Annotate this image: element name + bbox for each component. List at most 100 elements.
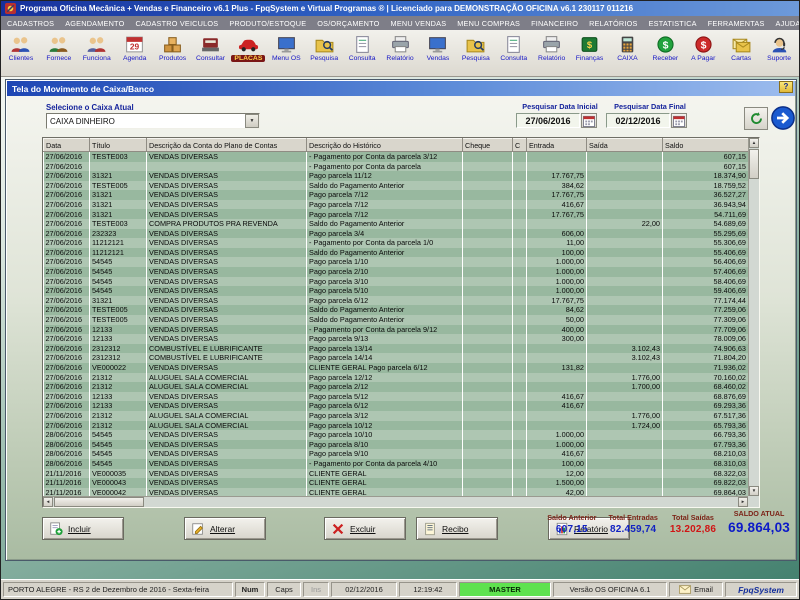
cell-cheque[interactable] (462, 219, 513, 229)
cell-saida[interactable] (586, 199, 663, 210)
cell-saida[interactable]: 22,00 (586, 219, 663, 229)
cell-saida[interactable] (586, 209, 663, 220)
col-cheque[interactable]: Cheque (462, 138, 513, 152)
cell-c[interactable] (512, 449, 527, 459)
cell-saida[interactable] (586, 305, 663, 315)
cell-descricao-do-historico[interactable]: Pago parcela 7/12 (306, 190, 463, 200)
cell-saldo[interactable]: 77.259,06 (662, 305, 748, 315)
calendar-start-icon[interactable] (581, 113, 597, 128)
cell-descricao-do-historico[interactable]: Saldo do Pagamento Anterior (306, 247, 463, 258)
table-row[interactable]: 27/06/2016 31321 VENDAS DIVERSAS Pago parce… (43, 171, 748, 181)
scroll-left-icon[interactable] (43, 497, 53, 507)
cell-saida[interactable] (586, 295, 663, 306)
cell-c[interactable] (512, 334, 527, 344)
cell-saldo[interactable]: 607,15 (662, 151, 748, 162)
cell-descricao-do-historico[interactable]: - Pagamento por Conta da parcela 4/10 (306, 458, 463, 469)
table-row[interactable]: 27/06/2016 21312 ALUGUEL SALA COMERCIAL Pag… (43, 420, 748, 431)
cell-saida[interactable] (586, 449, 663, 459)
table-row[interactable]: 27/06/2016 12133 VENDAS DIVERSAS Pago parce… (43, 401, 748, 411)
cell-saida[interactable] (586, 247, 663, 258)
cell-saldo[interactable]: 59.406,69 (662, 286, 748, 296)
cell-cheque[interactable] (462, 420, 513, 431)
cell-c[interactable] (512, 305, 527, 315)
cell-descricao-da-conta-do-plano-de-contas[interactable]: VENDAS DIVERSAS (146, 324, 307, 335)
cell-descricao-do-historico[interactable]: CLIENTE GERAL Pago parcela 6/12 (306, 362, 463, 373)
cell-data[interactable]: 27/06/2016 (43, 209, 90, 220)
table-row[interactable]: 27/06/2016 2312312 COMBUSTÍVEL E LUBRIFICA… (43, 353, 748, 363)
cell-entrada[interactable]: 12,00 (526, 468, 587, 479)
cell-data[interactable]: 27/06/2016 (43, 267, 90, 277)
cell-data[interactable]: 27/06/2016 (43, 180, 90, 191)
cell-entrada[interactable]: 416,67 (526, 391, 587, 402)
menu-agendamento[interactable]: AGENDAMENTO (65, 19, 124, 28)
cell-descricao-do-historico[interactable]: Pago parcela 5/12 (306, 391, 463, 402)
cell-c[interactable] (512, 315, 527, 325)
cell-data[interactable]: 27/06/2016 (43, 420, 90, 431)
table-row[interactable]: 27/06/2016 21312 ALUGUEL SALA COMERCIAL Pag… (43, 382, 748, 392)
cell-saida[interactable]: 1.700,00 (586, 382, 663, 392)
cell-entrada[interactable]: 100,00 (526, 458, 587, 469)
cell-titulo[interactable]: TESTE005 (89, 305, 147, 315)
table-row[interactable]: 27/06/2016 11212121 VENDAS DIVERSAS Saldo d… (43, 247, 748, 258)
menu-cadastro-veiculos[interactable]: CADASTRO VEICULOS (135, 19, 218, 28)
cell-data[interactable]: 27/06/2016 (43, 238, 90, 248)
col-data[interactable]: Data (43, 138, 90, 152)
cell-descricao-da-conta-do-plano-de-contas[interactable]: VENDAS DIVERSAS (146, 315, 307, 325)
scroll-up-icon[interactable] (749, 138, 759, 148)
cell-c[interactable] (512, 372, 527, 383)
col-descricao-do-historico[interactable]: Descrição do Histórico (306, 138, 463, 152)
col-entrada[interactable]: Entrada (526, 138, 587, 152)
cell-descricao-da-conta-do-plano-de-contas[interactable]: COMBUSTÍVEL E LUBRIFICANTE (146, 343, 307, 354)
cell-entrada[interactable] (526, 353, 587, 363)
cell-saldo[interactable]: 68.460,02 (662, 382, 748, 392)
table-row[interactable]: 27/06/2016 12133 VENDAS DIVERSAS - Pagament… (43, 324, 748, 335)
table-row[interactable]: 27/06/2016 31321 VENDAS DIVERSAS Pago parce… (43, 209, 748, 220)
cell-titulo[interactable]: TESTE003 (89, 151, 147, 162)
cell-data[interactable]: 27/06/2016 (43, 161, 90, 172)
cell-data[interactable]: 27/06/2016 (43, 228, 90, 239)
cell-cheque[interactable] (462, 295, 513, 306)
toolbar-pesquisa-2[interactable]: Pesquisa (457, 32, 495, 62)
cell-entrada[interactable] (526, 161, 587, 172)
cell-titulo[interactable]: VE000035 (89, 468, 147, 479)
cell-saida[interactable]: 3.102,43 (586, 343, 663, 354)
cell-descricao-da-conta-do-plano-de-contas[interactable]: VENDAS DIVERSAS (146, 257, 307, 268)
cell-descricao-da-conta-do-plano-de-contas[interactable]: VENDAS DIVERSAS (146, 430, 307, 440)
cell-descricao-do-historico[interactable]: Pago parcela 8/10 (306, 439, 463, 450)
cell-c[interactable] (512, 430, 527, 440)
table-row[interactable]: 27/06/2016 21312 ALUGUEL SALA COMERCIAL Pag… (43, 372, 748, 383)
cell-c[interactable] (512, 276, 527, 287)
col-saida[interactable]: Saída (586, 138, 663, 152)
cell-saldo[interactable]: 54.711,69 (662, 209, 748, 220)
cell-entrada[interactable]: 1.000,00 (526, 430, 587, 440)
cell-cheque[interactable] (462, 228, 513, 239)
cell-descricao-da-conta-do-plano-de-contas[interactable]: VENDAS DIVERSAS (146, 171, 307, 181)
cell-descricao-da-conta-do-plano-de-contas[interactable]: VENDAS DIVERSAS (146, 247, 307, 258)
horizontal-scrollbar[interactable] (43, 496, 748, 507)
cell-cheque[interactable] (462, 430, 513, 440)
toolbar-consulta-2[interactable]: Consulta (495, 32, 533, 62)
cell-cheque[interactable] (462, 324, 513, 335)
table-row[interactable]: 21/11/2016 VE000043 VENDAS DIVERSAS CLIENTE… (43, 478, 748, 488)
cell-c[interactable] (512, 324, 527, 335)
cell-c[interactable] (512, 487, 527, 496)
cell-titulo[interactable]: TESTE005 (89, 315, 147, 325)
cell-saida[interactable] (586, 161, 663, 172)
cell-data[interactable]: 27/06/2016 (43, 171, 90, 181)
menu-ferramentas[interactable]: FERRAMENTAS (708, 19, 765, 28)
toolbar-placas[interactable]: PLACAS (229, 32, 267, 62)
cell-data[interactable]: 27/06/2016 (43, 257, 90, 268)
menu-financeiro[interactable]: FINANCEIRO (531, 19, 578, 28)
cell-c[interactable] (512, 391, 527, 402)
cell-c[interactable] (512, 267, 527, 277)
cell-cheque[interactable] (462, 372, 513, 383)
table-row[interactable]: 28/06/2016 54545 VENDAS DIVERSAS - Pagament… (43, 458, 748, 469)
col-titulo[interactable]: Título (89, 138, 147, 152)
cell-descricao-da-conta-do-plano-de-contas[interactable]: ALUGUEL SALA COMERCIAL (146, 372, 307, 383)
cell-saida[interactable] (586, 180, 663, 191)
toolbar-consulta[interactable]: Consulta (343, 32, 381, 62)
table-row[interactable]: 27/06/2016 TESTE005 VENDAS DIVERSAS Saldo d… (43, 180, 748, 191)
cell-cheque[interactable] (462, 401, 513, 411)
toolbar-consultar[interactable]: Consultar (192, 32, 230, 62)
cell-c[interactable] (512, 458, 527, 469)
